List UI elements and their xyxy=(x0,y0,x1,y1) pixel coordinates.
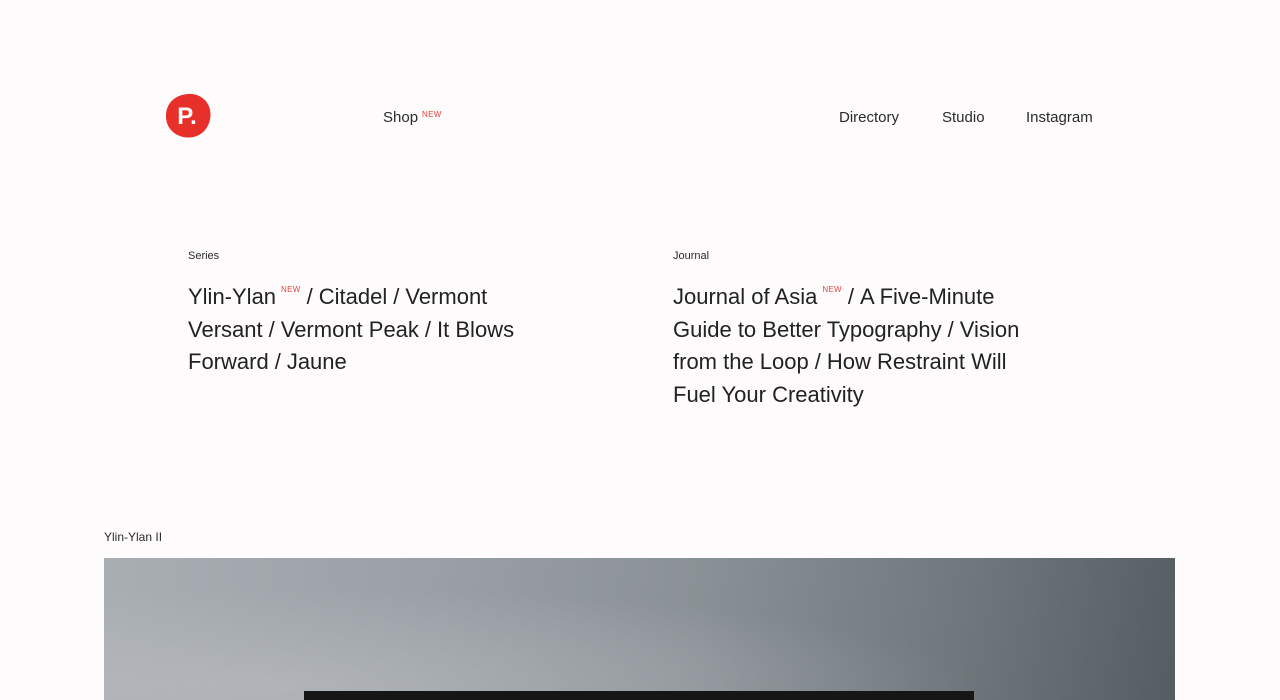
new-badge: NEW xyxy=(422,110,442,119)
logo-mark: P. xyxy=(165,93,211,138)
series-item[interactable]: Ylin-Ylan NEW xyxy=(188,284,301,309)
series-list: Ylin-Ylan NEW / Citadel / Vermont Versant / Ver… xyxy=(188,281,568,379)
nav-shop-label: Shop xyxy=(383,109,419,126)
nav-shop[interactable]: Shop NEW xyxy=(383,109,442,127)
journal-list: Journal of Asia NEW / A Five-Minute Guide t… xyxy=(673,281,1033,411)
series-item[interactable]: Jaune xyxy=(287,349,347,374)
logo-letter: P. xyxy=(177,103,197,130)
image-haze xyxy=(104,558,1175,700)
logo[interactable]: P. xyxy=(165,93,211,138)
image-frame-edge xyxy=(304,691,974,700)
separator: / xyxy=(274,349,281,374)
feature-image[interactable] xyxy=(104,558,1175,700)
nav-studio[interactable]: Studio xyxy=(942,109,985,127)
separator: / xyxy=(847,284,855,309)
series-section: Series Ylin-Ylan NEW / Citadel / Vermont Vers… xyxy=(188,250,568,379)
series-item[interactable]: Citadel xyxy=(319,284,387,309)
separator: / xyxy=(814,349,821,374)
series-heading: Series xyxy=(188,250,220,262)
journal-item-label: Journal of Asia xyxy=(673,284,818,309)
journal-heading: Journal xyxy=(673,250,710,262)
nav-instagram[interactable]: Instagram xyxy=(1026,109,1093,127)
separator: / xyxy=(393,284,400,309)
separator: / xyxy=(268,316,275,342)
separator: / xyxy=(306,284,313,309)
journal-section: Journal Journal of Asia NEW / A Five-Minute… xyxy=(673,250,1033,411)
separator: / xyxy=(947,316,954,342)
series-item[interactable]: Vermont Peak xyxy=(281,317,419,342)
series-item-label: Ylin-Ylan xyxy=(188,284,277,309)
new-badge: NEW xyxy=(281,285,301,294)
new-badge: NEW xyxy=(822,285,842,294)
separator: / xyxy=(424,316,432,342)
feature-caption: Ylin-Ylan II xyxy=(104,530,163,544)
journal-item[interactable]: Journal of Asia NEW xyxy=(673,284,842,309)
nav-directory[interactable]: Directory xyxy=(839,109,899,127)
